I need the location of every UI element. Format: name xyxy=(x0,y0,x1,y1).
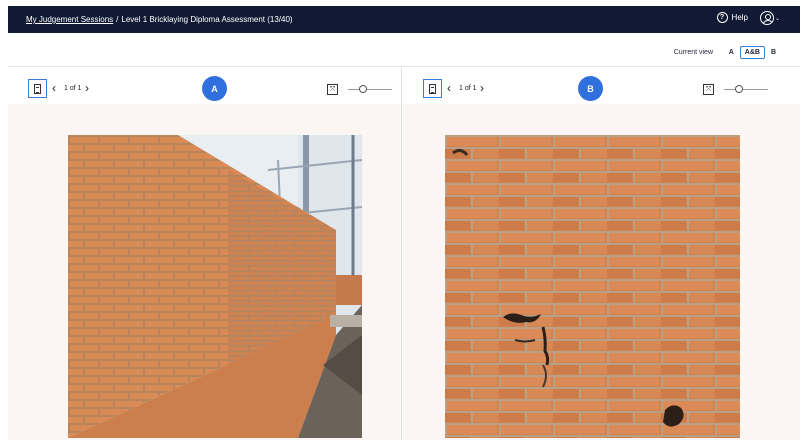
panel-a-image xyxy=(68,135,362,438)
breadcrumb-my-judgement-sessions[interactable]: My Judgement Sessions xyxy=(26,15,113,24)
panel-a-page-indicator: 1 of 1 xyxy=(64,85,82,92)
current-view-label: Current view xyxy=(673,49,713,56)
breadcrumb: My Judgement Sessions / Level 1 Bricklay… xyxy=(26,15,293,24)
breadcrumb-current-session: Level 1 Bricklaying Diploma Assessment (… xyxy=(121,15,293,24)
app-frame: My Judgement Sessions / Level 1 Bricklay… xyxy=(8,6,800,440)
panel-b-badge: B xyxy=(578,76,603,101)
panel-a-fit-to-screen-button[interactable]: ⤧ xyxy=(327,84,338,95)
help-button[interactable]: ? Help xyxy=(716,12,748,23)
panel-a-toolbar: ‹ 1 of 1 › A ⤧ xyxy=(8,68,401,104)
panel-b-zoom-slider-handle[interactable] xyxy=(735,85,743,93)
top-bar: My Judgement Sessions / Level 1 Bricklay… xyxy=(8,6,800,33)
panel-a-zoom-track[interactable] xyxy=(348,89,392,90)
panel-b-document-button[interactable] xyxy=(423,79,442,98)
panel-a: ‹ 1 of 1 › A ⤧ xyxy=(8,68,402,440)
fit-screen-icon: ⤧ xyxy=(329,86,336,93)
panel-b-toolbar: ‹ 1 of 1 › B ⤧ xyxy=(403,68,800,104)
document-icon xyxy=(429,83,436,94)
panel-a-document-button[interactable] xyxy=(28,79,47,98)
document-icon xyxy=(34,83,41,94)
view-option-a[interactable]: A xyxy=(725,47,738,58)
panel-a-prev-page-button[interactable]: ‹ xyxy=(52,82,56,94)
weathered-brick-wall-photo xyxy=(445,135,740,438)
panel-a-zoom-slider-handle[interactable] xyxy=(359,85,367,93)
brick-wall-corner-photo xyxy=(68,135,362,438)
panel-b-zoom-track[interactable] xyxy=(724,89,768,90)
panel-a-next-page-button[interactable]: › xyxy=(85,82,89,94)
panel-b-prev-page-button[interactable]: ‹ xyxy=(447,82,451,94)
panel-b: ‹ 1 of 1 › B ⤧ xyxy=(403,68,800,440)
user-avatar-icon xyxy=(759,11,774,25)
chevron-down-icon: ⌄ xyxy=(774,15,780,22)
question-circle-icon: ? xyxy=(716,12,728,23)
breadcrumb-separator: / xyxy=(116,15,119,24)
panel-a-badge: A xyxy=(202,76,227,101)
help-label: Help xyxy=(731,13,748,22)
view-bar: Current view A A&B B xyxy=(8,33,800,67)
panel-b-image xyxy=(445,135,740,438)
panel-b-page-indicator: 1 of 1 xyxy=(459,85,477,92)
view-option-a-and-b[interactable]: A&B xyxy=(739,46,765,59)
panel-b-next-page-button[interactable]: › xyxy=(480,82,484,94)
panel-b-fit-to-screen-button[interactable]: ⤧ xyxy=(703,84,714,95)
user-menu-button[interactable]: ⌄ xyxy=(759,11,780,25)
fit-screen-icon: ⤧ xyxy=(705,86,712,93)
view-option-b[interactable]: B xyxy=(767,47,780,58)
view-toggle: A A&B B xyxy=(725,46,780,59)
